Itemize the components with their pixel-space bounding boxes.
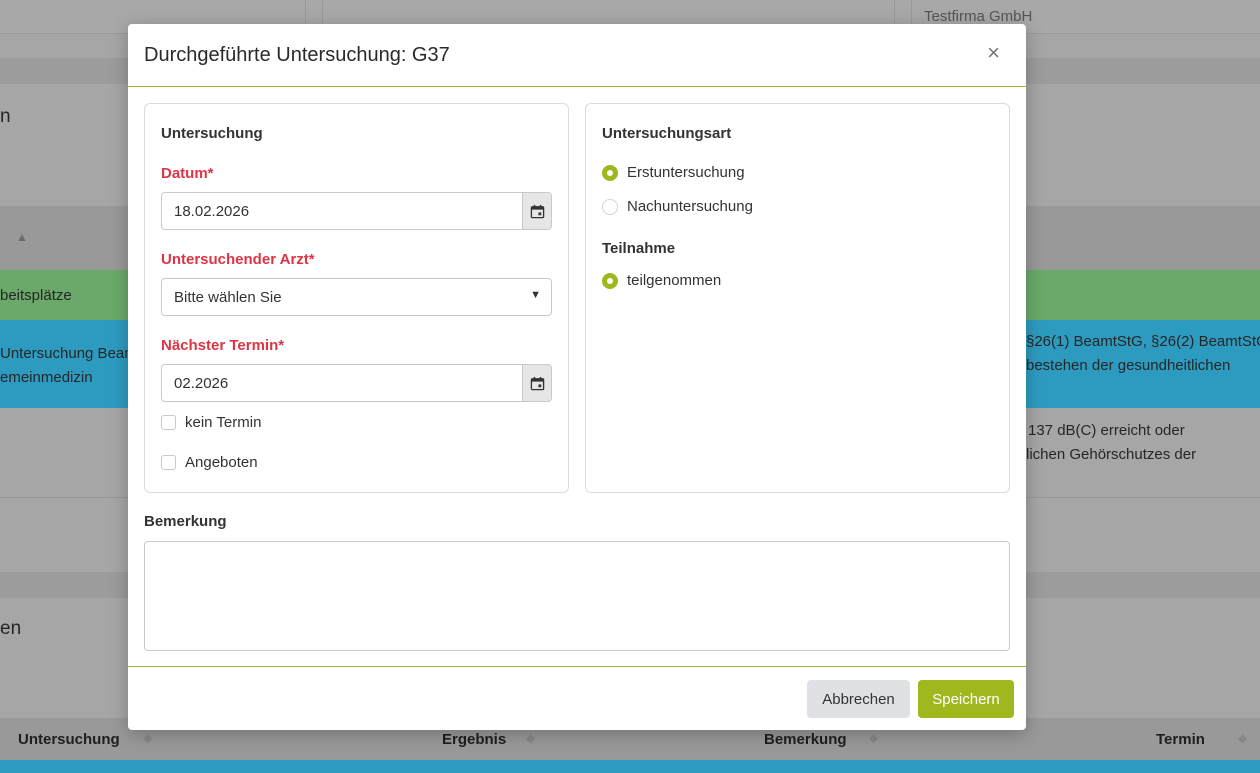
blue-row-left-line2: emeinmedizin xyxy=(0,369,93,386)
sort-icon[interactable]: ◆ xyxy=(1238,731,1247,745)
sort-icon[interactable]: ▲ xyxy=(16,230,28,244)
untersuchung-card-title: Untersuchung xyxy=(161,125,263,142)
green-row-text: beitsplätze xyxy=(0,287,72,304)
blue-row-right-line2: bestehen der gesundheitlichen xyxy=(1026,357,1231,374)
calendar-icon[interactable] xyxy=(522,365,551,401)
radio-label: Nachuntersuchung xyxy=(627,198,753,215)
close-icon[interactable]: × xyxy=(987,42,1000,64)
white-row-right-line2: lichen Gehörschutzes der xyxy=(1026,446,1197,463)
sort-icon[interactable]: ◆ xyxy=(143,731,152,745)
datum-value: 18.02.2026 xyxy=(174,203,250,220)
radio-nachuntersuchung[interactable]: Nachuntersuchung xyxy=(602,198,753,215)
radio-label: teilgenommen xyxy=(627,272,722,289)
untersuchungsart-title: Untersuchungsart xyxy=(602,125,732,142)
company-name: Testfirma GmbH xyxy=(924,8,1033,25)
arzt-select-value: Bitte wählen Sie xyxy=(174,289,282,306)
radio-teilgenommen[interactable]: teilgenommen xyxy=(602,272,721,289)
sort-icon[interactable]: ◆ xyxy=(526,731,535,745)
angeboten-checkbox-row[interactable]: Angeboten xyxy=(161,454,258,471)
sort-icon[interactable]: ◆ xyxy=(869,731,878,745)
bemerkung-textarea[interactable] xyxy=(144,541,1010,651)
th-untersuchung[interactable]: Untersuchung xyxy=(18,731,120,748)
table-row[interactable] xyxy=(0,760,1260,773)
modal-footer: Abbrechen Speichern xyxy=(128,666,1026,730)
naechster-termin-field[interactable]: 02.2026 xyxy=(161,364,552,402)
arzt-select[interactable]: Bitte wählen Sie ▼ xyxy=(161,278,552,316)
kein-termin-label: kein Termin xyxy=(185,414,262,431)
angeboten-label: Angeboten xyxy=(185,454,258,471)
section-heading-1: n xyxy=(0,106,11,127)
datum-field[interactable]: 18.02.2026 xyxy=(161,192,552,230)
calendar-icon[interactable] xyxy=(522,193,551,229)
blue-row-left-line1: Untersuchung Beam xyxy=(0,345,137,362)
white-row-right-line1: 137 dB(C) erreicht oder xyxy=(1028,422,1185,439)
bemerkung-label: Bemerkung xyxy=(144,513,227,530)
naechster-termin-value: 02.2026 xyxy=(174,375,229,392)
naechster-termin-label: Nächster Termin* xyxy=(161,337,285,354)
radio-erstuntersuchung[interactable]: Erstuntersuchung xyxy=(602,164,745,181)
cancel-button[interactable]: Abbrechen xyxy=(807,680,910,718)
blue-row-right-line1: §26(1) BeamtStG, §26(2) BeamtStG xyxy=(1026,333,1260,350)
th-termin[interactable]: Termin xyxy=(1156,731,1205,748)
untersuchungsart-card: Untersuchungsart Erstuntersuchung Nachun… xyxy=(585,103,1010,493)
radio-button[interactable] xyxy=(602,198,618,215)
teilnahme-title: Teilnahme xyxy=(602,240,676,257)
caret-down-icon: ▼ xyxy=(530,289,541,301)
kein-termin-checkbox-row[interactable]: kein Termin xyxy=(161,414,261,431)
modal-title: Durchgeführte Untersuchung: G37 xyxy=(144,44,450,66)
modal-header: Durchgeführte Untersuchung: G37 × xyxy=(128,24,1026,87)
th-ergebnis[interactable]: Ergebnis xyxy=(442,731,506,748)
kein-termin-checkbox[interactable] xyxy=(161,415,176,430)
th-bemerkung[interactable]: Bemerkung xyxy=(764,731,847,748)
datum-label: Datum* xyxy=(161,165,214,182)
radio-button[interactable] xyxy=(602,164,618,181)
angeboten-checkbox[interactable] xyxy=(161,455,176,470)
untersuchung-card: Untersuchung Datum* 18.02.2026 Untersuch… xyxy=(144,103,569,493)
section-heading-2: en xyxy=(0,618,22,639)
arzt-label: Untersuchender Arzt* xyxy=(161,251,315,268)
radio-label: Erstuntersuchung xyxy=(627,164,745,181)
radio-button[interactable] xyxy=(602,272,618,289)
examination-modal: Durchgeführte Untersuchung: G37 × Unters… xyxy=(128,24,1026,730)
save-button[interactable]: Speichern xyxy=(918,680,1014,718)
